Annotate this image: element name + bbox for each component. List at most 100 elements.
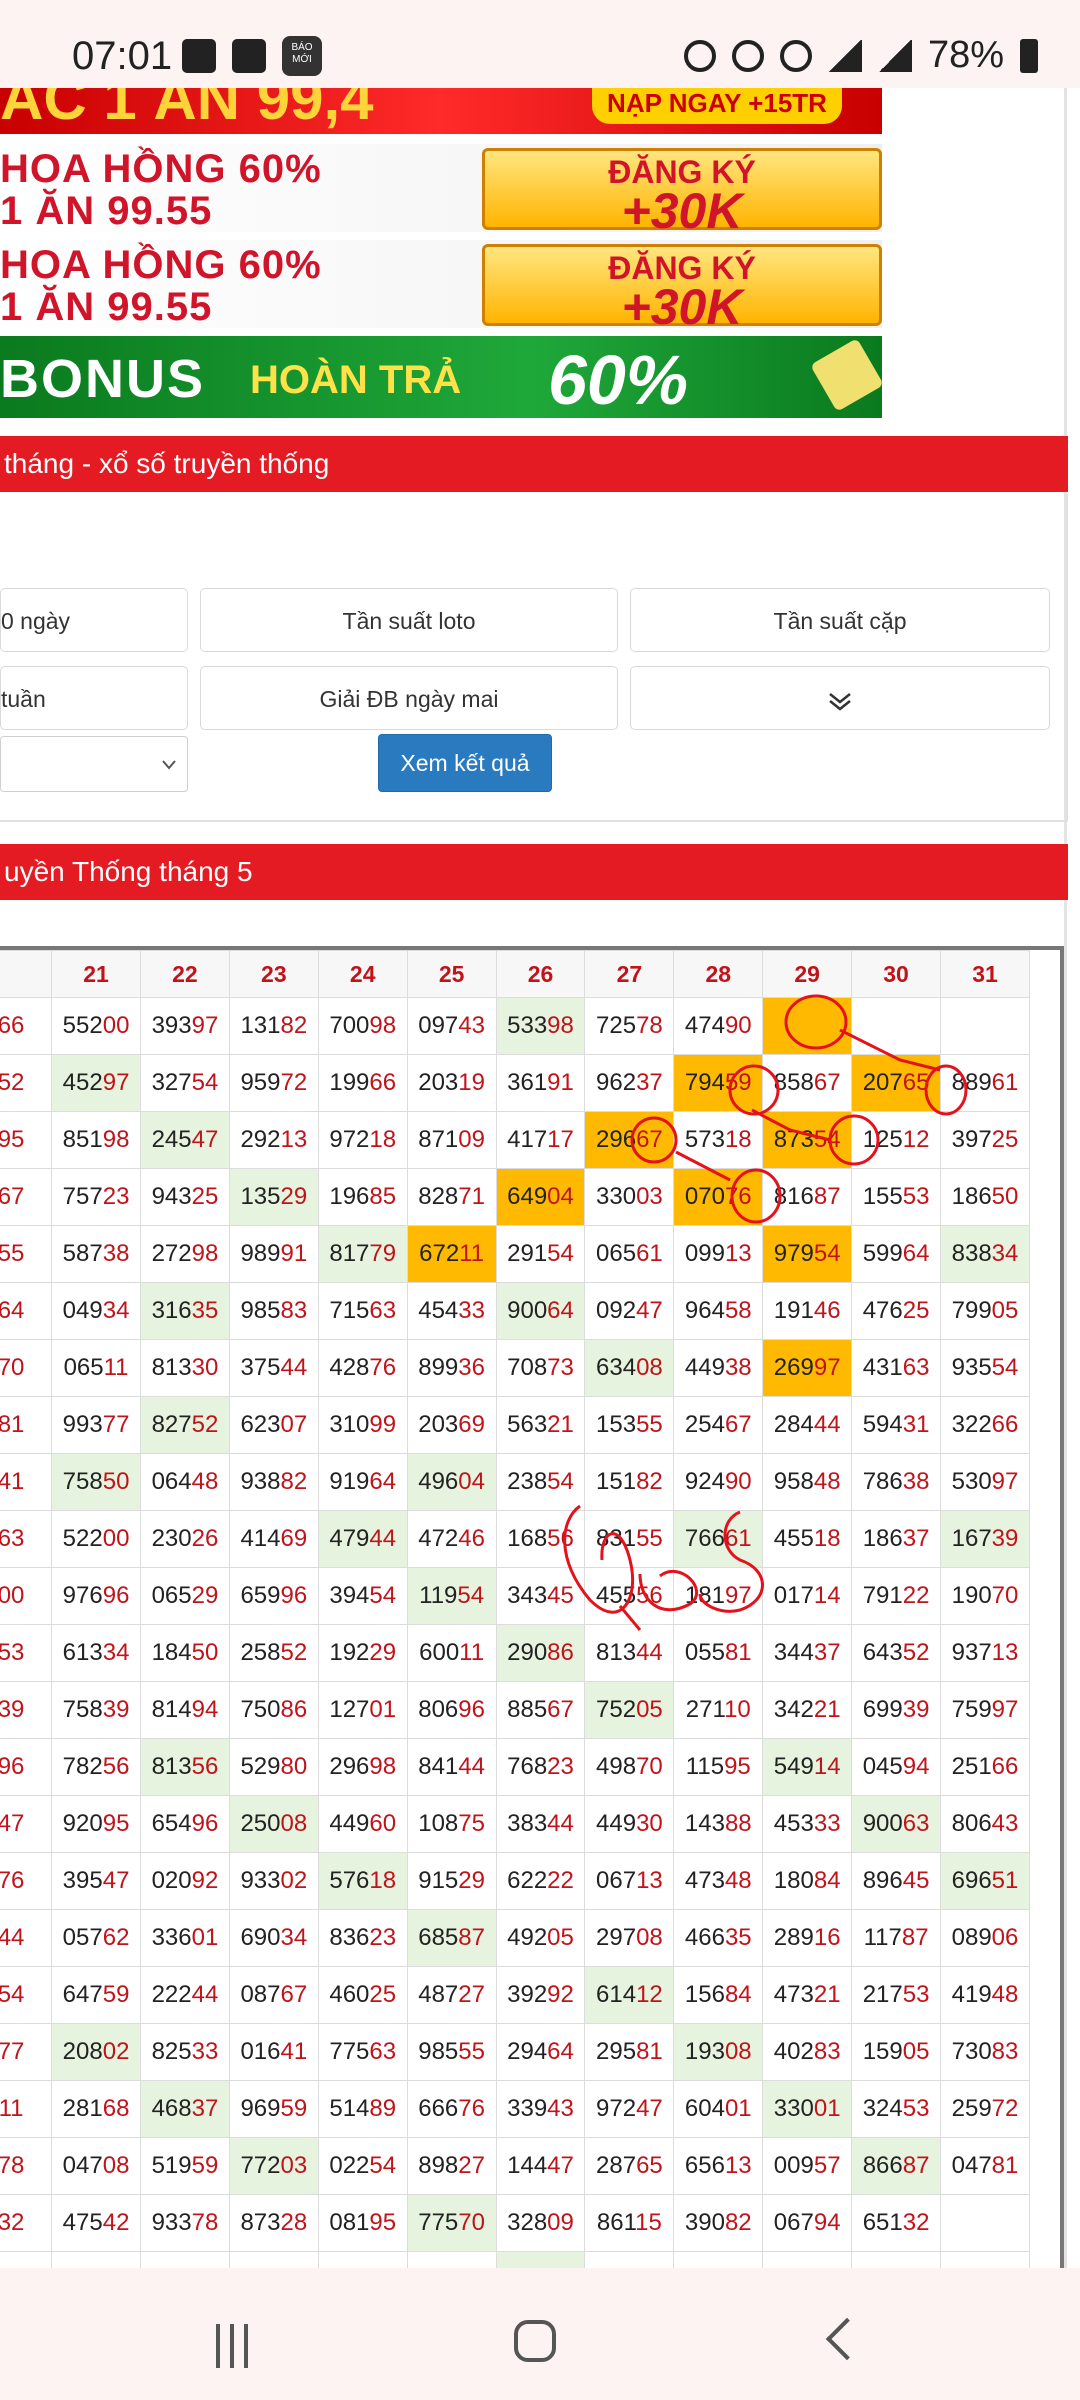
result-cell: 44930 xyxy=(584,1795,675,1853)
banner-2-cta-2: +30K xyxy=(621,183,743,232)
result-cell: 81356 xyxy=(140,1738,230,1796)
result-cell: 15553 xyxy=(851,1168,942,1226)
signal-icon xyxy=(827,39,862,72)
result-cell: 81330 xyxy=(140,1339,230,1397)
column-header: 31 xyxy=(940,950,1030,998)
result-cell: 13182 xyxy=(228,997,319,1055)
banner-3-cta-2: +30K xyxy=(621,279,743,328)
result-cell: 81494 xyxy=(140,1681,230,1739)
result-cell: 97218 xyxy=(317,1111,408,1169)
result-cell: 72578 xyxy=(584,997,675,1055)
result-cell: 09743 xyxy=(406,997,497,1055)
tab-button-pair-frequency[interactable]: Tần suất cặp xyxy=(630,588,1050,652)
tab-button-week[interactable]: tuần xyxy=(0,666,188,730)
result-cell: 62222 xyxy=(495,1852,586,1910)
view-results-button[interactable]: Xem kết quả xyxy=(378,734,552,792)
month-select[interactable] xyxy=(0,736,188,792)
result-cell: 29086 xyxy=(495,1624,586,1682)
tab-button-loto-frequency[interactable]: Tần suất loto xyxy=(200,588,618,652)
ad-banner-4[interactable]: BONUS HOÀN TRẢ 60% xyxy=(0,336,882,418)
result-cell: 22179 xyxy=(228,2251,319,2268)
result-cell: 80696 xyxy=(406,1681,497,1739)
result-cell: 62307 xyxy=(228,1396,319,1454)
result-cell: 45518 xyxy=(762,1510,853,1568)
result-cell: 11 xyxy=(0,2080,53,2138)
result-cell: 04708 xyxy=(51,2137,141,2195)
result-cell: 78256 xyxy=(51,1738,141,1796)
result-cell: 78638 xyxy=(851,1453,942,1511)
result-cell: 76823 xyxy=(495,1738,586,1796)
result-cell: 73083 xyxy=(940,2023,1030,2081)
result-cell: 65996 xyxy=(228,1567,319,1625)
table-row: 64 04934 31635 98583 71563 45433 90064 09247 964… xyxy=(0,1282,1030,1340)
result-cell: 29154 xyxy=(495,1225,586,1283)
ad-banner-2[interactable]: HOA HỒNG 60% 1 ĂN 99.55 ĐĂNG KÝ +30K xyxy=(0,144,882,232)
result-cell: 47246 xyxy=(406,1510,497,1568)
result-cell: 32754 xyxy=(140,1054,230,1112)
result-cell: 12512 xyxy=(851,1111,942,1169)
tab-button-tomorrow-special[interactable]: Giải ĐB ngày mai xyxy=(200,666,618,730)
result-cell: 29581 xyxy=(584,2023,675,2081)
result-cell: 39725 xyxy=(940,1111,1030,1169)
result-cell: 67 xyxy=(0,1168,53,1226)
result-cell: 96458 xyxy=(673,1282,764,1340)
result-cell: 47490 xyxy=(673,997,764,1055)
result-cell: 81344 xyxy=(584,1624,675,1682)
result-cell: 34437 xyxy=(762,1624,853,1682)
result-cell: 38344 xyxy=(495,1795,586,1853)
result-cell: 46025 xyxy=(317,1966,408,2024)
result-cell: 55200 xyxy=(51,997,141,1055)
result-cell: 75839 xyxy=(51,1681,141,1739)
result-cell: 64 xyxy=(0,1282,53,1340)
result-cell: 59531 xyxy=(673,2251,764,2268)
result-cell: 22244 xyxy=(140,1966,230,2024)
result-cell: 63002 xyxy=(495,2251,586,2268)
table-row: 11 28168 46837 96959 51489 66676 33943 97247 604… xyxy=(0,2080,1030,2138)
ad-banner-1[interactable]: AC 1 ĂN 99,4 NẠP NGAY +15TR xyxy=(0,88,882,134)
result-cell: 97696 xyxy=(51,1567,141,1625)
result-cell: 47 xyxy=(0,1795,53,1853)
column-header: 28 xyxy=(673,950,764,998)
result-cell: 65613 xyxy=(673,2137,764,2195)
result-cell: 49205 xyxy=(495,1909,586,1967)
result-cell: 29464 xyxy=(495,2023,586,2081)
result-cell: 59431 xyxy=(851,1396,942,1454)
table-row: 66 55200 39397 13182 70098 09743 53398 72578 474… xyxy=(0,997,1030,1055)
result-cell: 08264 xyxy=(851,2251,942,2268)
expand-more-button[interactable] xyxy=(630,666,1050,730)
result-cell: 06561 xyxy=(584,1225,675,1283)
result-cell: 25166 xyxy=(940,1738,1030,1796)
result-cell: 46837 xyxy=(140,2080,230,2138)
back-button[interactable] xyxy=(825,2317,869,2361)
result-cell xyxy=(940,2194,1030,2252)
signal-icon-2 xyxy=(877,39,912,72)
result-cell: 51489 xyxy=(317,2080,408,2138)
result-cell: 28168 xyxy=(51,2080,141,2138)
banner-1-text: AC 1 ĂN 99,4 xyxy=(0,88,374,132)
result-cell: 20319 xyxy=(406,1054,497,1112)
result-cell: 57618 xyxy=(317,1852,408,1910)
result-cell: 75205 xyxy=(584,1681,675,1739)
result-cell: 52980 xyxy=(228,1738,319,1796)
banner-4-percent: 60% xyxy=(548,341,689,418)
recent-apps-button[interactable] xyxy=(216,2324,260,2368)
checkbox-icon xyxy=(232,39,266,73)
result-cell: 11595 xyxy=(673,1738,764,1796)
result-cell: 33003 xyxy=(584,1168,675,1226)
result-cell: 60936 xyxy=(584,2251,675,2268)
result-cell: 92490 xyxy=(673,1453,764,1511)
home-button[interactable] xyxy=(514,2320,556,2362)
banner-4-bonus: BONUS xyxy=(0,349,206,409)
result-cell: 25852 xyxy=(228,1624,319,1682)
banner-1-cta: NẠP NGAY +15TR xyxy=(592,88,842,124)
result-cell: 63408 xyxy=(584,1339,675,1397)
result-cell: 20369 xyxy=(406,1396,497,1454)
ad-banner-3[interactable]: HOA HỒNG 60% 1 ĂN 99.55 ĐĂNG KÝ +30K xyxy=(0,240,882,328)
result-cell: 06529 xyxy=(140,1567,230,1625)
result-cell: 75086 xyxy=(228,1681,319,1739)
result-cell: 41717 xyxy=(495,1111,586,1169)
result-cell: 19146 xyxy=(762,1282,853,1340)
result-cell: 82533 xyxy=(140,2023,230,2081)
tab-button-days[interactable]: 0 ngày xyxy=(0,588,188,652)
result-cell: 21753 xyxy=(851,1966,942,2024)
